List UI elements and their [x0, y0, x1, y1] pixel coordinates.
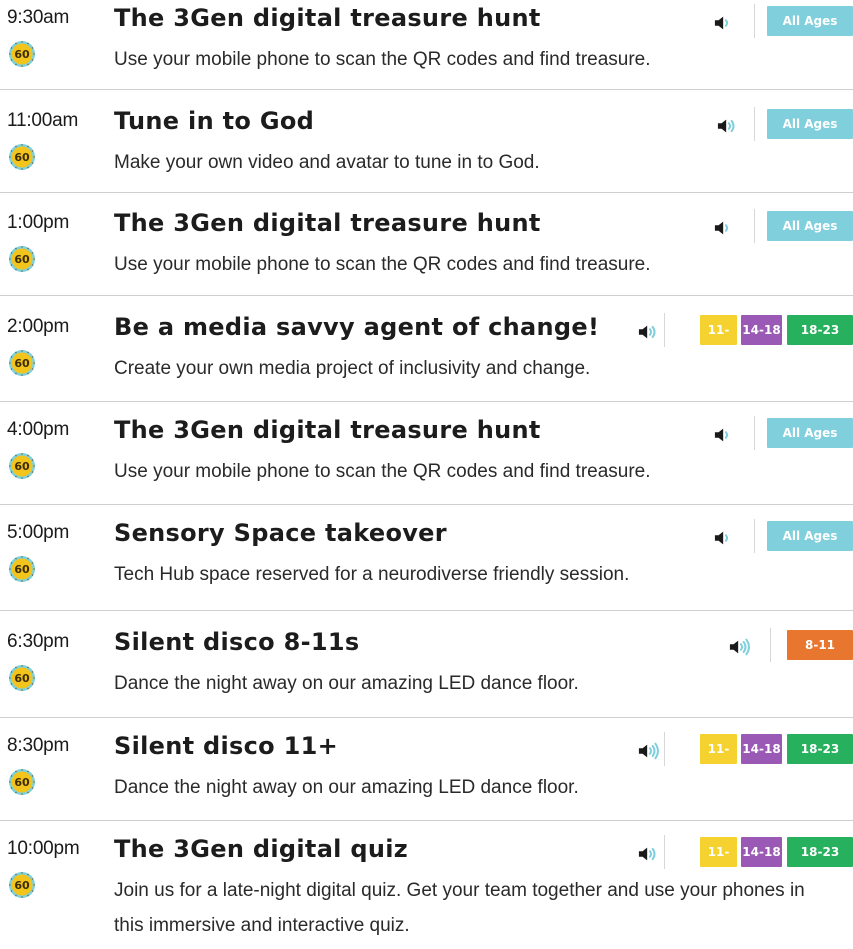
- age-badge: All Ages: [767, 109, 853, 139]
- age-badge: 18-23: [787, 315, 853, 345]
- timer-60-icon: 60: [9, 872, 35, 898]
- age-badge: All Ages: [767, 6, 853, 36]
- event-description: Use your mobile phone to scan the QR cod…: [114, 461, 651, 482]
- age-badge: 8-11: [787, 630, 853, 660]
- timer-60-icon: 60: [9, 556, 35, 582]
- age-badge: 18-23: [787, 734, 853, 764]
- volume-icon: [717, 119, 735, 133]
- event-time: 5:00pm: [7, 522, 70, 543]
- volume-icon: [729, 638, 750, 656]
- age-badge: All Ages: [767, 521, 853, 551]
- event-row: 6:30pm 60 Silent disco 8-11s Dance the nigh…: [0, 628, 853, 720]
- age-badge: 11-14: [700, 837, 737, 889]
- event-time: 1:00pm: [7, 212, 70, 233]
- age-badge: 18-23: [787, 837, 853, 867]
- timer-label: 60: [14, 253, 30, 266]
- event-row: 5:00pm 60 Sensory Space takeover Tech Hub s…: [0, 519, 853, 611]
- event-description: Tech Hub space reserved for a neurodiver…: [114, 564, 630, 585]
- divider-line: [664, 313, 665, 347]
- event-schedule: 9:30am 60 The 3Gen digital treasure hunt Us…: [0, 0, 853, 949]
- timer-label: 60: [14, 563, 30, 576]
- divider-line: [754, 519, 755, 553]
- timer-label: 60: [14, 48, 30, 61]
- event-row: 4:00pm 60 The 3Gen digital treasure hunt Us…: [0, 416, 853, 508]
- divider-line: [754, 416, 755, 450]
- volume-icon: [714, 531, 729, 545]
- event-time: 6:30pm: [7, 631, 70, 652]
- volume-icon: [638, 742, 659, 760]
- age-badge: 14-18: [741, 734, 782, 764]
- row-divider: [0, 401, 853, 402]
- event-title: Be a media savvy agent of change!: [114, 313, 600, 341]
- divider-line: [770, 628, 771, 662]
- divider-line: [664, 835, 665, 869]
- event-time: 4:00pm: [7, 419, 70, 440]
- event-title: The 3Gen digital treasure hunt: [114, 209, 541, 237]
- timer-60-icon: 60: [9, 769, 35, 795]
- row-divider: [0, 504, 853, 505]
- row-divider: [0, 820, 853, 821]
- age-badge: 11-14: [700, 315, 737, 367]
- event-time: 8:30pm: [7, 735, 70, 756]
- volume-icon: [714, 428, 729, 442]
- volume-icon: [714, 221, 729, 235]
- timer-60-icon: 60: [9, 350, 35, 376]
- timer-60-icon: 60: [9, 453, 35, 479]
- divider-line: [754, 209, 755, 243]
- timer-60-icon: 60: [9, 41, 35, 67]
- divider-line: [754, 107, 755, 141]
- event-description: Use your mobile phone to scan the QR cod…: [114, 254, 651, 275]
- event-row: 8:30pm 60 Silent disco 11+ Dance the night …: [0, 732, 853, 824]
- row-divider: [0, 610, 853, 611]
- row-divider: [0, 192, 853, 193]
- age-badge: 11-14: [700, 734, 737, 786]
- event-title: Tune in to God: [114, 107, 315, 135]
- timer-60-icon: 60: [9, 144, 35, 170]
- event-description: Dance the night away on our amazing LED …: [114, 673, 579, 694]
- age-badge: All Ages: [767, 211, 853, 241]
- event-time: 2:00pm: [7, 316, 70, 337]
- event-row: 2:00pm 60 Be a media savvy agent of change…: [0, 313, 853, 405]
- event-title: Sensory Space takeover: [114, 519, 447, 547]
- timer-label: 60: [14, 672, 30, 685]
- event-row: 9:30am 60 The 3Gen digital treasure hunt Us…: [0, 4, 853, 96]
- age-badge: All Ages: [767, 418, 853, 448]
- age-badge: 14-18: [741, 315, 782, 345]
- event-time: 10:00pm: [7, 838, 80, 859]
- event-row: 1:00pm 60 The 3Gen digital treasure hunt Us…: [0, 209, 853, 301]
- timer-label: 60: [14, 879, 30, 892]
- volume-icon: [638, 847, 656, 861]
- event-title: The 3Gen digital quiz: [114, 835, 409, 863]
- row-divider: [0, 717, 853, 718]
- event-time: 9:30am: [7, 7, 70, 28]
- row-divider: [0, 295, 853, 296]
- divider-line: [664, 732, 665, 766]
- event-time: 11:00am: [7, 110, 79, 131]
- timer-label: 60: [14, 357, 30, 370]
- event-row: 10:00pm 60 The 3Gen digital quiz Join us fo…: [0, 835, 853, 936]
- timer-60-icon: 60: [9, 246, 35, 272]
- event-description: Make your own video and avatar to tune i…: [114, 152, 540, 173]
- timer-label: 60: [14, 151, 30, 164]
- divider-line: [754, 4, 755, 38]
- row-divider: [0, 89, 853, 90]
- volume-icon: [714, 16, 729, 30]
- timer-label: 60: [14, 776, 30, 789]
- event-row: 11:00am 60 Tune in to God Make your own vid…: [0, 107, 853, 199]
- event-title: Silent disco 11+: [114, 732, 338, 760]
- timer-label: 60: [14, 460, 30, 473]
- event-title: The 3Gen digital treasure hunt: [114, 4, 541, 32]
- volume-icon: [638, 325, 656, 339]
- event-description: Use your mobile phone to scan the QR cod…: [114, 49, 651, 70]
- age-badge: 14-18: [741, 837, 782, 867]
- event-title: Silent disco 8-11s: [114, 628, 360, 656]
- timer-60-icon: 60: [9, 665, 35, 691]
- event-title: The 3Gen digital treasure hunt: [114, 416, 541, 444]
